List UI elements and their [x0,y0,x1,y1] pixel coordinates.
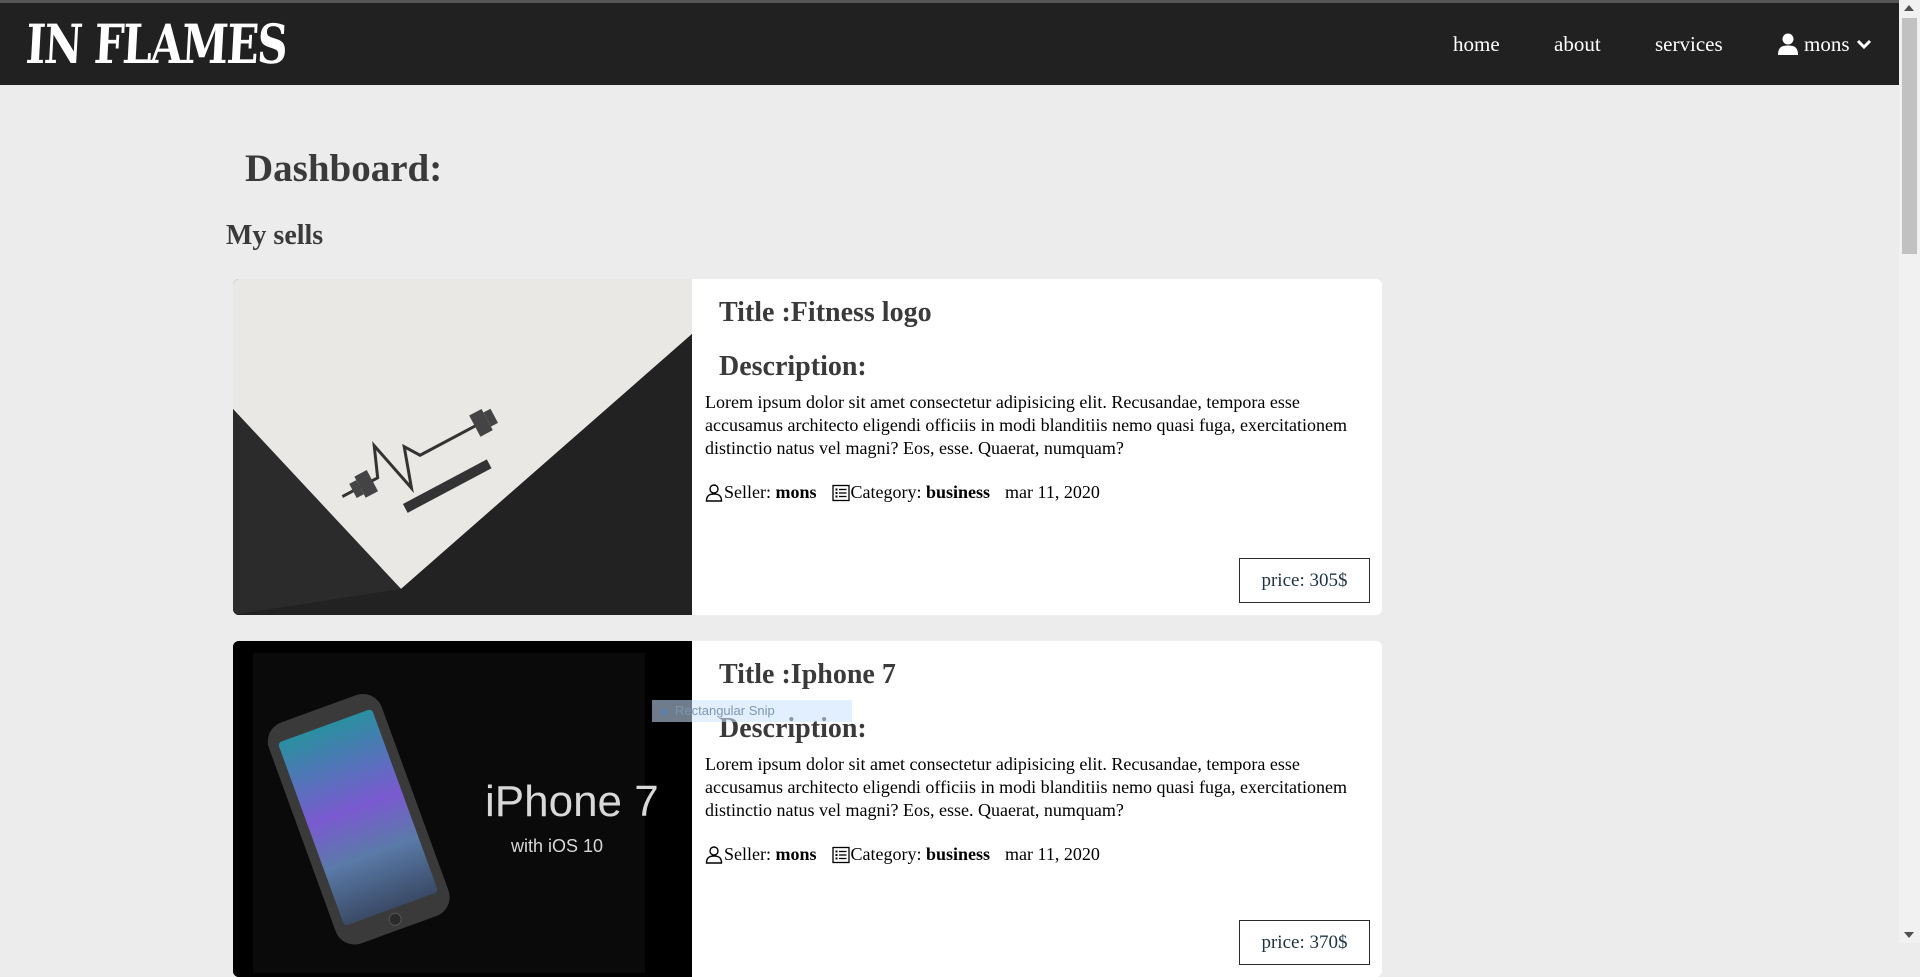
nav-home-link[interactable]: home [1453,32,1500,57]
description-text: Lorem ipsum dolor sit amet consectetur a… [705,392,1347,458]
page-title: Dashboard: [245,147,443,190]
page-scrollbar[interactable] [1899,0,1920,943]
category-value[interactable]: business [926,844,990,865]
card-meta: Seller: mons Category: business mar 11, … [705,844,1100,865]
fitness-logo-image [233,279,692,615]
iphone-image: iPhone 7 with iOS 10 [233,641,692,977]
sell-card[interactable]: iPhone 7 with iOS 10 Title :Iphone 7 Des… [233,641,1382,977]
user-name[interactable]: mons [1804,32,1850,57]
card-date: mar 11, 2020 [1005,482,1100,502]
card-image[interactable]: iPhone 7 with iOS 10 [233,641,692,977]
user-outline-icon [705,483,723,502]
nav-home[interactable]: home [1453,3,1500,85]
description-heading: Description: [719,351,867,382]
section-title: My sells [226,220,324,251]
seller-name[interactable]: mons [776,482,817,503]
sell-card[interactable]: Title :Fitness logo Description: Lorem i… [233,279,1382,615]
nav-about[interactable]: about [1554,3,1601,85]
description-text: Lorem ipsum dolor sit amet consectetur a… [705,754,1347,820]
image-product-text: iPhone 7 [485,777,659,826]
card-image[interactable] [233,279,692,615]
seller-label: Seller: [724,844,771,864]
snip-tooltip: Rectangular Snip [652,700,852,722]
seller-name[interactable]: mons [776,844,817,865]
card-date: mar 11, 2020 [1005,844,1100,864]
seller-label: Seller: [724,482,771,502]
chevron-down-icon[interactable] [1856,38,1872,50]
list-icon [831,846,850,863]
card-title[interactable]: Title :Fitness logo [719,297,932,329]
list-icon [831,484,850,501]
user-menu[interactable]: mons [1778,3,1872,85]
scroll-up-arrow-icon[interactable] [1904,5,1914,11]
card-meta: Seller: mons Category: business mar 11, … [705,482,1100,503]
category-label: Category: [850,844,922,864]
snip-label: Rectangular Snip [675,703,775,718]
nav-services-link[interactable]: services [1655,32,1723,57]
category-label: Category: [850,482,922,502]
category-value[interactable]: business [926,482,990,503]
card-title[interactable]: Title :Iphone 7 [719,659,896,691]
nav-services[interactable]: services [1655,3,1723,85]
snip-diamond-icon [659,707,669,717]
scroll-down-arrow-icon[interactable] [1904,932,1914,938]
top-navbar: IN FLAMES home about services mons [0,0,1899,85]
nav-about-link[interactable]: about [1554,32,1601,57]
user-icon [1778,33,1798,55]
scroll-thumb[interactable] [1902,18,1917,254]
image-product-subtext: with iOS 10 [510,836,603,856]
user-outline-icon [705,845,723,864]
brand-logo[interactable]: IN FLAMES [24,9,288,79]
price-button[interactable]: price: 305$ [1239,558,1370,603]
